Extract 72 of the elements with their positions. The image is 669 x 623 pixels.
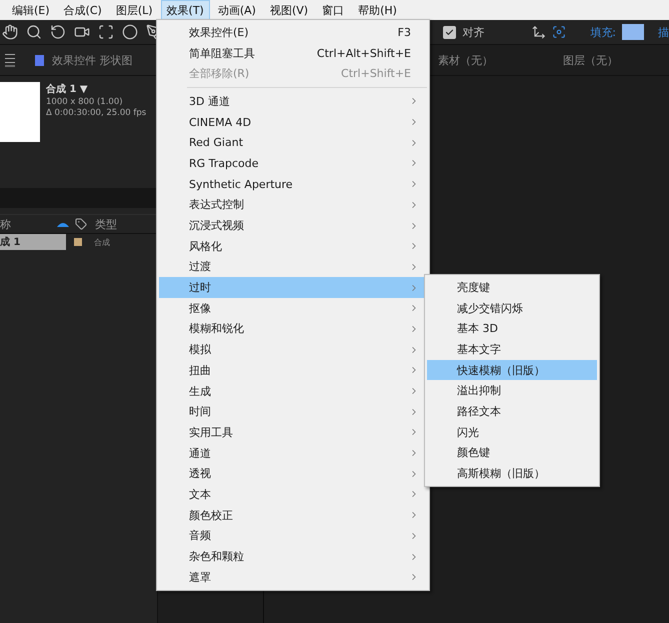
submenu-item[interactable]: 沉浸式视频 [159,215,427,236]
check-icon [445,28,454,36]
menu-item[interactable]: 基本文字 [427,339,597,360]
submenu-item[interactable]: Synthetic Aperture [159,174,427,194]
submenu-item[interactable]: 杂色和颗粒 [159,546,427,567]
table-cell[interactable]: 成 1 [0,234,66,250]
menu-bar-item[interactable]: 合成(C) [58,0,108,20]
submenu-item[interactable]: 风格化 [159,236,427,257]
menu-item[interactable]: 效果控件(E) F3 [159,22,427,43]
search-icon[interactable] [26,24,42,40]
menu-item[interactable]: 颜色键 [427,442,597,464]
panel-menu-icon[interactable] [5,54,15,66]
menu-item[interactable]: 溢出抑制 [427,380,597,402]
submenu-item[interactable]: 颜色校正 [159,504,427,526]
submenu-item[interactable]: 抠像 [159,298,427,319]
viewer-tab[interactable]: 素材（无） [438,52,493,68]
fill-label: 填充: [590,24,616,40]
menu-item[interactable]: 高斯模糊（旧版） [427,463,597,484]
selection-icon[interactable] [98,24,114,40]
submenu-item[interactable]: CINEMA 4D [159,112,427,132]
rotate-icon[interactable] [50,24,66,40]
column-header[interactable]: 称 [0,216,11,232]
submenu-item[interactable]: 时间 [159,401,427,422]
comp-name: 合成 1 ▼ [46,82,89,96]
menu-bar-item[interactable]: 视图(V) [264,0,314,20]
submenu-item[interactable]: 3D 通道 [159,91,427,112]
submenu-item[interactable]: Red Giant [159,132,427,154]
snap-label: 对齐 [462,24,484,40]
submenu-item[interactable]: 扭曲 [159,360,427,381]
table-cell: 合成 [94,236,110,248]
menu-bar-item[interactable]: 窗口 [316,0,350,20]
focus-icon[interactable] [552,25,566,39]
submenu-item[interactable]: 透视 [159,463,427,484]
sort-icon[interactable] [57,221,69,227]
menu-item[interactable]: 快速模糊（旧版） [427,360,597,380]
submenu-item[interactable]: 通道 [159,442,427,464]
column-header[interactable]: 类型 [95,216,117,232]
hand-icon[interactable] [2,24,18,40]
submenu-item[interactable]: 表达式控制 [159,194,427,216]
menu-bar-item[interactable]: 效果(T) [160,0,210,20]
submenu-item[interactable]: 文本 [159,484,427,505]
ellipse-icon[interactable] [122,24,138,40]
panel-tab[interactable]: 效果控件 形状图 [35,52,132,68]
viewer-tab[interactable]: 图层（无） [563,52,618,68]
comp-duration: Δ 0:00:30:00, 25.00 fps [46,108,146,118]
menu-bar-item[interactable]: 帮助(H) [352,0,403,20]
submenu-item[interactable]: 实用工具 [159,422,427,443]
menu-bar-item[interactable]: 动画(A) [212,0,262,20]
submenu-item[interactable]: RG Trapcode [159,153,427,174]
menu-item[interactable]: 闪光 [427,422,597,442]
submenu-item[interactable]: 生成 [159,380,427,402]
snap-checkbox[interactable] [443,26,456,38]
menu-item[interactable]: 简单阻塞工具 Ctrl+Alt+Shift+E [159,42,427,64]
menu-item[interactable]: 减少交错闪烁 [427,298,597,318]
stroke-label: 描 [658,24,669,40]
tag-icon[interactable] [75,218,87,230]
comp-thumbnail [0,82,40,142]
comp-size: 1000 x 800 (1.00) [46,97,124,107]
submenu-item[interactable]: 模糊和锐化 [159,318,427,340]
submenu-item[interactable]: 过渡 [159,256,427,278]
submenu-item[interactable]: 遮罩 [159,566,427,588]
submenu-item[interactable]: 模拟 [159,339,427,360]
axis-icon[interactable] [532,25,546,39]
fill-swatch[interactable] [622,24,644,40]
menu-item[interactable]: 亮度键 [427,277,597,298]
menu-bar-item[interactable]: 图层(L) [110,0,159,20]
submenu-item[interactable]: 过时 [159,277,427,298]
label-color-icon[interactable] [74,238,82,246]
menu-item[interactable]: 基本 3D [427,318,597,340]
submenu-item[interactable]: 音频 [159,526,427,546]
menu-bar-item[interactable]: 编辑(E) [6,0,56,20]
menu-item[interactable]: 路径文本 [427,401,597,422]
